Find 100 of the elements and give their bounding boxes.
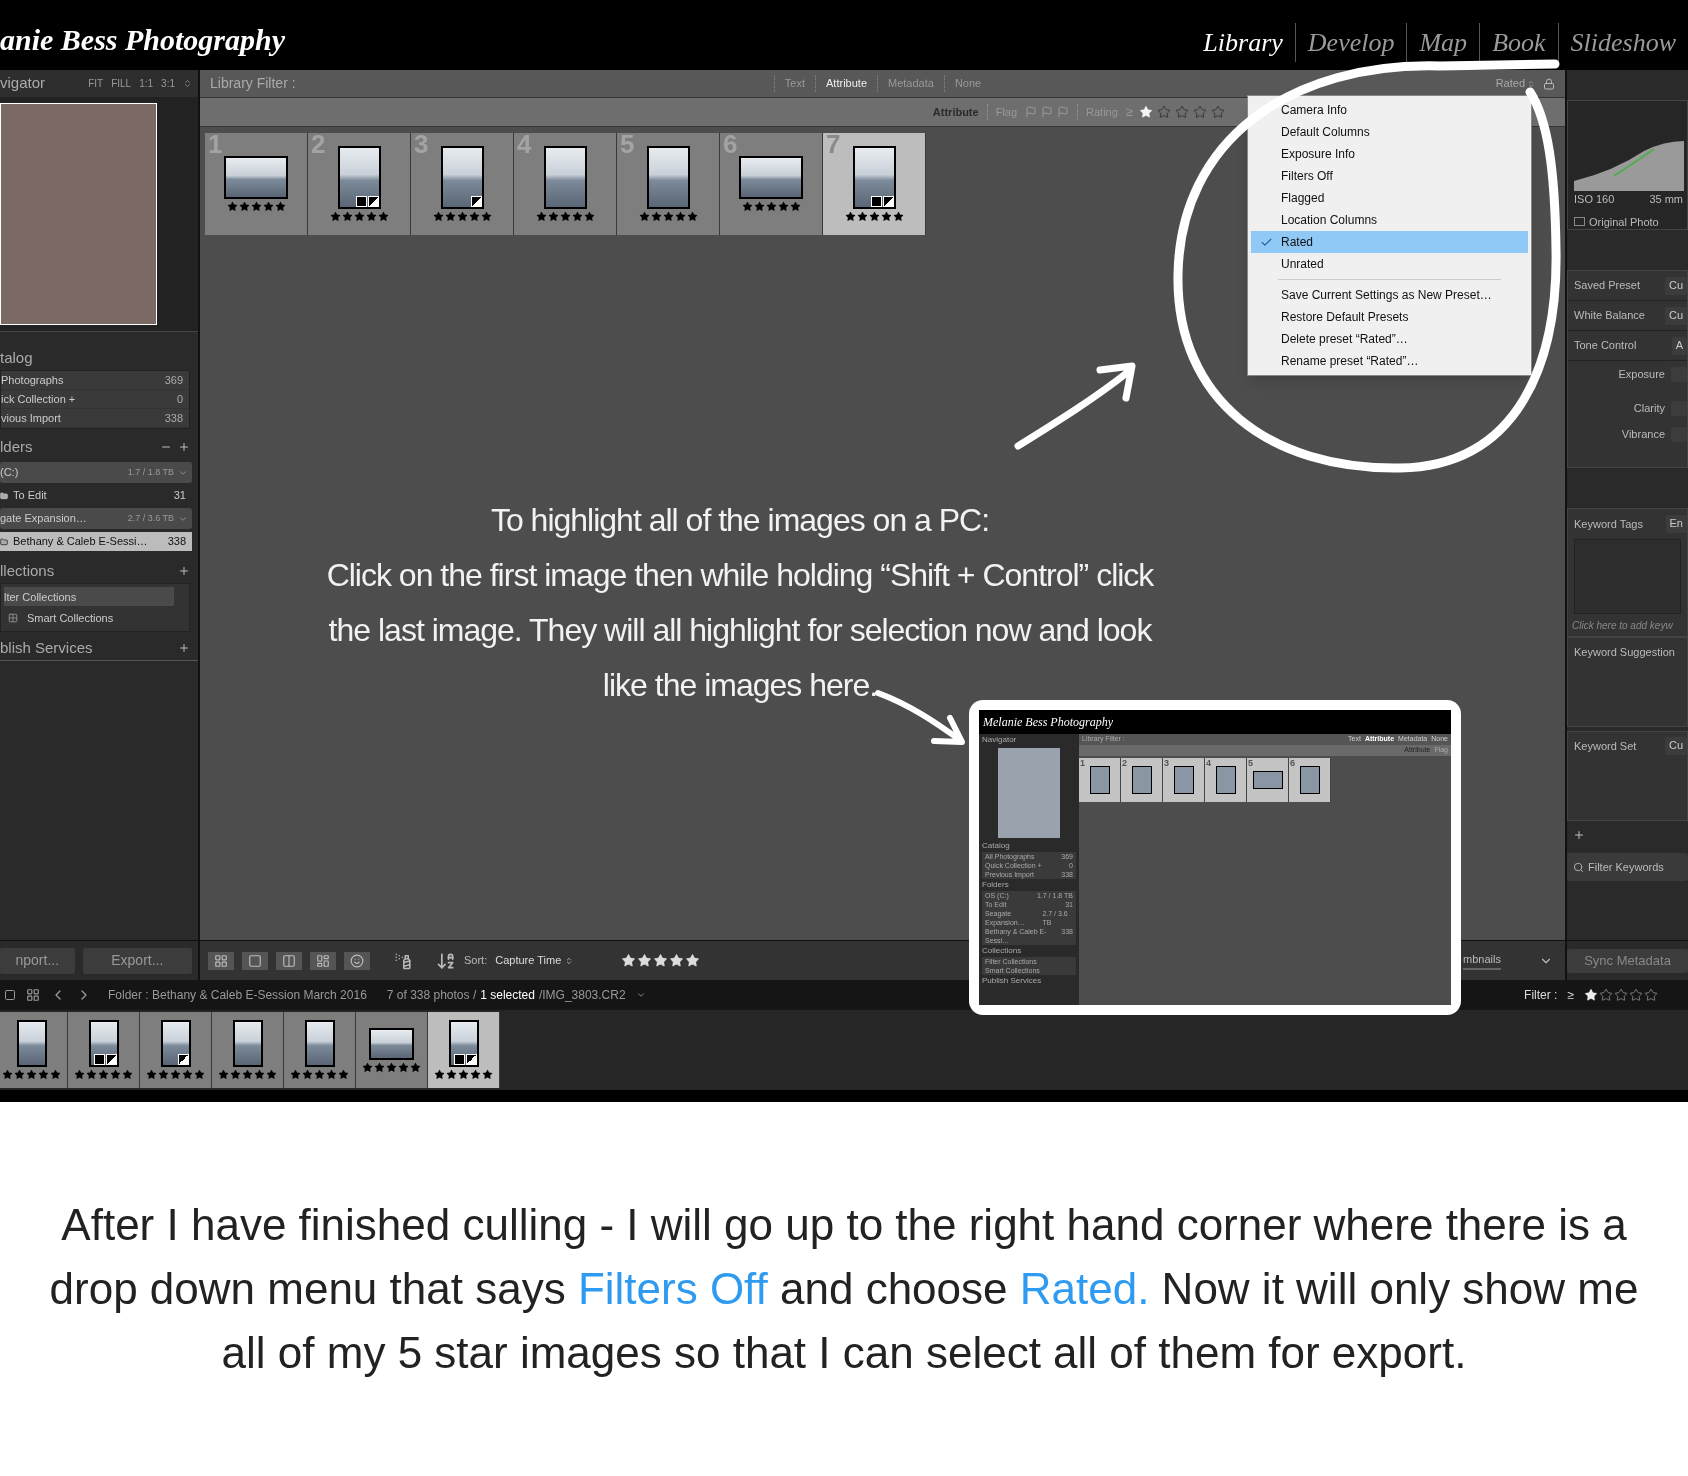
menu-item[interactable]: Exposure Info [1251, 143, 1528, 165]
photo-placeholder [646, 146, 690, 209]
panel-title[interactable]: llections [0, 559, 55, 583]
keyword-set-dropdown[interactable]: Cu [1664, 737, 1687, 755]
panel-toggle-icon[interactable] [4, 989, 16, 1001]
add-icon[interactable] [1573, 829, 1585, 841]
grid-view-icon[interactable] [208, 951, 234, 970]
smart-collection-icon [7, 613, 19, 623]
loupe-view-icon[interactable] [242, 951, 268, 970]
setting-dropdown[interactable]: Cu [1664, 276, 1687, 295]
compare-view-icon[interactable] [276, 951, 302, 970]
volume-row[interactable]: (C:) 1.7 / 1.8 TB [0, 462, 192, 483]
cell-number: 1 [1080, 757, 1085, 770]
filled-star-icon [386, 1061, 397, 1073]
module-tab[interactable]: Book [1479, 23, 1558, 62]
filled-star-icon [480, 211, 492, 222]
adjustment-label: Exposure [1618, 366, 1665, 382]
zoom-option[interactable]: FILL [111, 76, 132, 91]
filled-star-icon [685, 953, 701, 968]
grid-view-icon[interactable] [26, 988, 40, 1002]
catalog-item[interactable]: ick Collection + 0 [1, 390, 189, 409]
filled-star-icon [868, 211, 880, 222]
thumbnail-cell[interactable] [284, 1012, 356, 1088]
panel-title[interactable]: lders [0, 435, 33, 459]
panel-title: Keyword Suggestion [1574, 646, 1675, 658]
menu-item[interactable]: Flagged [1251, 187, 1528, 209]
catalog-item[interactable]: Photographs 369 [1, 371, 189, 390]
keyword-input-field[interactable]: Click here to add keyw [1568, 614, 1687, 636]
module-tab[interactable]: Library [1191, 23, 1295, 62]
filled-star-icon [583, 211, 595, 222]
setting-dropdown[interactable]: A [1671, 336, 1687, 355]
sort-dropdown[interactable]: Capture Time [495, 952, 574, 969]
thumbnail-cell[interactable] [140, 1012, 212, 1088]
folder-row[interactable]: Bethany & Caleb E-Sessi… 338 [0, 532, 192, 551]
filter-operator[interactable]: ≥ [1567, 986, 1574, 1004]
filled-star-icon [38, 1069, 49, 1080]
thumbnail-cell[interactable] [0, 1012, 68, 1088]
menu-item[interactable]: Delete preset “Rated”… [1251, 328, 1528, 350]
module-tab[interactable]: Map [1406, 23, 1480, 62]
survey-view-icon[interactable] [310, 951, 336, 970]
filter-tab[interactable]: Attribute [815, 75, 877, 92]
catalog-item[interactable]: vious Import 338 [1, 409, 189, 428]
caption-text: After I have finished culling - I will go up to the right hand corner where there is a drop down menu that says Filters Off and choose Rated. Now it will only show me all of my 5 star images so that I can select all of them for export. [48, 1199, 1640, 1379]
filter-collections-field[interactable]: lter Collections [4, 587, 174, 606]
lock-icon[interactable] [1543, 77, 1555, 90]
original-photo-checkbox[interactable] [1574, 217, 1585, 227]
add-icon[interactable] [178, 642, 190, 654]
zoom-option[interactable]: 1:1 [139, 76, 154, 91]
module-tab[interactable]: Develop [1294, 23, 1407, 62]
collection-item[interactable]: Smart Collections [1, 609, 189, 627]
thumbnail-cell[interactable] [68, 1012, 140, 1088]
panel-button[interactable]: nport... [0, 947, 75, 974]
menu-item[interactable]: Default Columns [1251, 121, 1528, 143]
filled-star-icon [470, 1069, 481, 1080]
menu-item[interactable]: Filters Off [1251, 165, 1528, 187]
people-view-icon[interactable] [344, 951, 370, 970]
filled-star-icon [444, 211, 456, 222]
filled-star-icon [110, 1069, 121, 1080]
filled-star-icon [182, 1069, 193, 1080]
empty-star-icon [1599, 988, 1613, 1002]
zoom-stepper-icon[interactable] [183, 79, 192, 88]
filled-star-icon [856, 211, 868, 222]
filled-star-icon [844, 211, 856, 222]
photo-placeholder [1252, 771, 1283, 789]
instruction-text: To highlight all of the images on a PC: Click on the first image then while holding “Shift + Control” click the last image. They will all highlight for selection now and look like the images here. [325, 501, 1155, 705]
zoom-option[interactable]: FIT [88, 76, 104, 91]
filled-star-icon [686, 211, 698, 222]
folder-row[interactable]: To Edit 31 [0, 486, 192, 505]
filled-star-icon [158, 1069, 169, 1080]
thumbnail-cell[interactable] [212, 1012, 284, 1088]
empty-star-icon [1614, 988, 1628, 1002]
keyword-entry-dropdown[interactable]: En [1665, 515, 1687, 533]
add-icon[interactable] [178, 441, 190, 453]
volume-row[interactable]: gate Expansion… 2.7 / 3.6 TB [0, 508, 192, 529]
setting-dropdown[interactable]: Cu [1664, 306, 1687, 325]
zoom-option[interactable]: 3:1 [161, 76, 175, 91]
panel-button[interactable]: Export... [82, 947, 192, 974]
menu-item[interactable]: Rated [1251, 231, 1528, 253]
filled-star-icon [535, 211, 547, 222]
menu-item[interactable]: Location Columns [1251, 209, 1528, 231]
add-icon[interactable] [178, 565, 190, 577]
filled-star-icon [621, 953, 637, 968]
menu-item[interactable]: Save Current Settings as New Preset… [1251, 284, 1528, 306]
filled-star-icon [98, 1069, 109, 1080]
filter-keywords-field[interactable]: Filter Keywords [1567, 853, 1688, 881]
filled-star-icon [892, 211, 904, 222]
menu-item[interactable]: Restore Default Presets [1251, 306, 1528, 328]
attribute-label: Attribute [931, 104, 980, 120]
thumbnail-cell[interactable] [356, 1012, 428, 1088]
panel-title[interactable]: talog [0, 346, 33, 370]
menu-item[interactable]: Camera Info [1251, 99, 1528, 121]
menu-item[interactable]: Unrated [1251, 253, 1528, 275]
panel-title[interactable]: blish Services [0, 636, 93, 660]
dropdown-icon[interactable] [635, 990, 646, 1000]
menu-item[interactable]: Rename preset “Rated”… [1251, 350, 1528, 372]
module-tab[interactable]: Slideshow [1557, 23, 1688, 62]
stepper-icon [1527, 79, 1535, 88]
thumbnail-cell[interactable] [428, 1012, 500, 1088]
panel-title[interactable]: vigator [0, 72, 46, 95]
filled-star-icon [434, 1069, 445, 1080]
